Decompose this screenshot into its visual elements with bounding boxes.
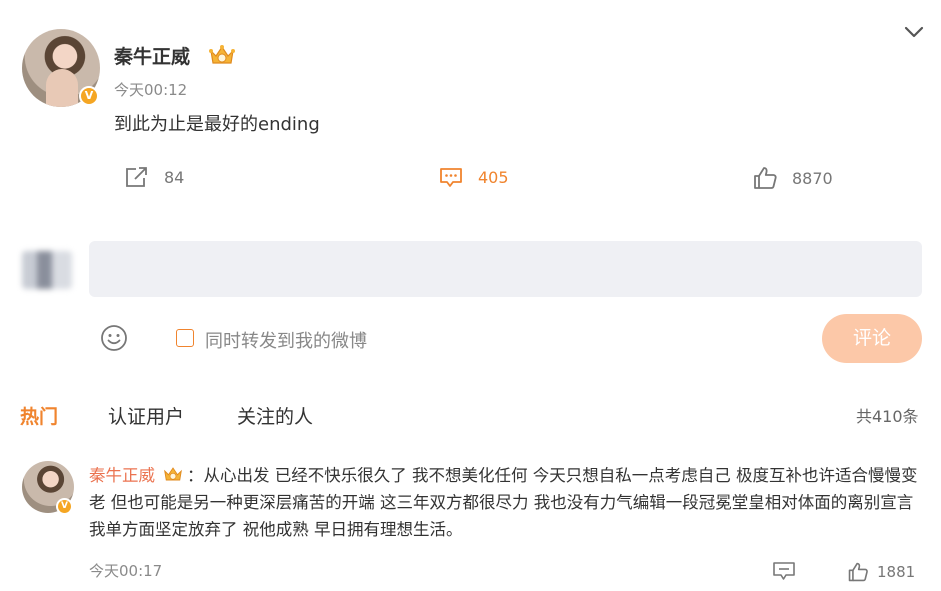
comment-button[interactable]: 405 <box>438 165 509 189</box>
comment-text: 从心出发 已经不快乐很久了 我不想美化任何 今天只想自私一点考虑自己 极度互补也… <box>89 466 918 539</box>
post-timestamp: 今天00:12 <box>114 81 188 99</box>
post-text: 到此为止是最好的ending <box>114 114 320 135</box>
comment-count: 405 <box>478 167 509 187</box>
like-button[interactable]: 8870 <box>752 165 833 191</box>
verified-badge-icon: V <box>56 498 73 515</box>
tab-hot[interactable]: 热门 <box>20 402 58 429</box>
thumbs-up-icon <box>848 562 868 582</box>
post-author-name[interactable]: 秦牛正威 <box>114 42 190 69</box>
comment-like-count: 1881 <box>877 563 916 581</box>
comment-like-button[interactable]: 1881 <box>847 561 915 583</box>
tab-following[interactable]: 关注的人 <box>237 402 313 429</box>
tab-verified-users[interactable]: 认证用户 <box>108 402 184 429</box>
comment-icon <box>440 168 462 187</box>
smiley-icon[interactable] <box>100 324 128 352</box>
share-button[interactable]: 84 <box>124 165 184 189</box>
current-user-avatar <box>22 251 72 289</box>
comment-timestamp: 今天00:17 <box>89 562 163 580</box>
submit-comment-button[interactable]: 评论 <box>822 314 922 363</box>
reply-icon[interactable] <box>772 561 796 581</box>
verified-badge-icon: V <box>79 86 99 106</box>
comment-total-count: 共410条 <box>856 407 919 426</box>
commenter-name[interactable]: 秦牛正威 <box>89 466 155 485</box>
thumbs-up-icon <box>754 167 777 189</box>
comment-item: 秦牛正威 ：从心出发 已经不快乐很久了 我不想美化任何 今天只想自私一点考虑自己… <box>89 462 919 543</box>
repost-label[interactable]: 同时转发到我的微博 <box>205 327 367 353</box>
comment-separator: ： <box>187 466 204 485</box>
share-icon <box>126 167 147 187</box>
chevron-down-icon[interactable] <box>903 22 925 42</box>
repost-checkbox[interactable] <box>176 329 194 347</box>
like-count: 8870 <box>792 168 833 188</box>
crown-badge-icon <box>164 467 182 481</box>
share-count: 84 <box>164 167 185 187</box>
comment-input[interactable] <box>89 241 922 297</box>
crown-badge-icon <box>209 45 235 64</box>
